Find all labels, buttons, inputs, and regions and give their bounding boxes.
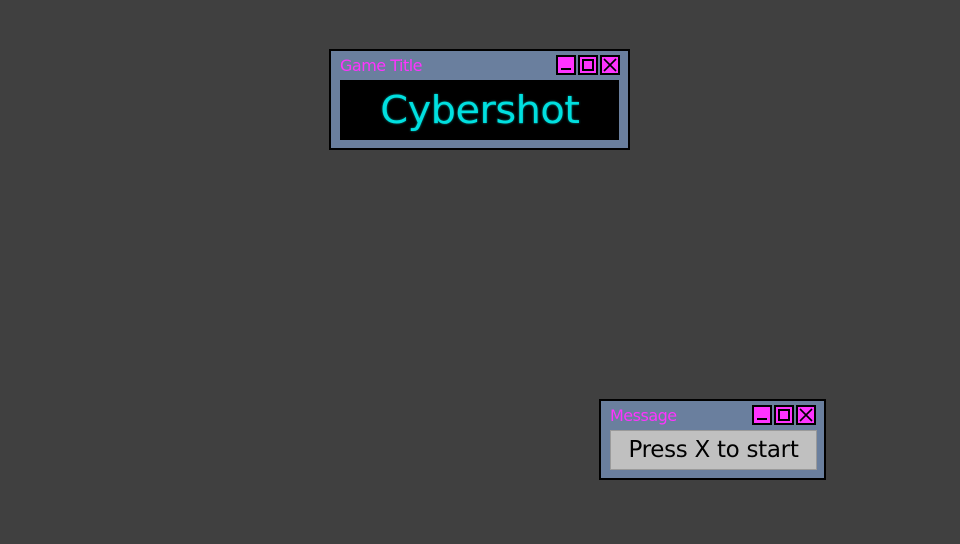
- minimize-button[interactable]: [752, 405, 772, 425]
- window-controls: [556, 55, 620, 75]
- minimize-icon: [757, 418, 767, 420]
- maximize-button[interactable]: [578, 55, 598, 75]
- maximize-icon: [582, 59, 594, 71]
- game-title-panel: Cybershot: [340, 80, 619, 140]
- maximize-button[interactable]: [774, 405, 794, 425]
- maximize-icon: [778, 409, 790, 421]
- close-button[interactable]: [796, 405, 816, 425]
- message-window: Message Press X to start: [599, 399, 826, 480]
- minimize-icon: [561, 68, 571, 70]
- close-icon: [603, 58, 617, 72]
- minimize-button[interactable]: [556, 55, 576, 75]
- window-controls: [752, 405, 816, 425]
- window-title: Message: [610, 406, 677, 425]
- message-text: Press X to start: [628, 437, 799, 463]
- close-button[interactable]: [600, 55, 620, 75]
- game-title-text: Cybershot: [379, 88, 580, 132]
- close-icon: [799, 408, 813, 422]
- window-title: Game Title: [340, 56, 423, 75]
- message-panel: Press X to start: [610, 430, 817, 470]
- game-title-window: Game Title Cybershot: [329, 49, 630, 150]
